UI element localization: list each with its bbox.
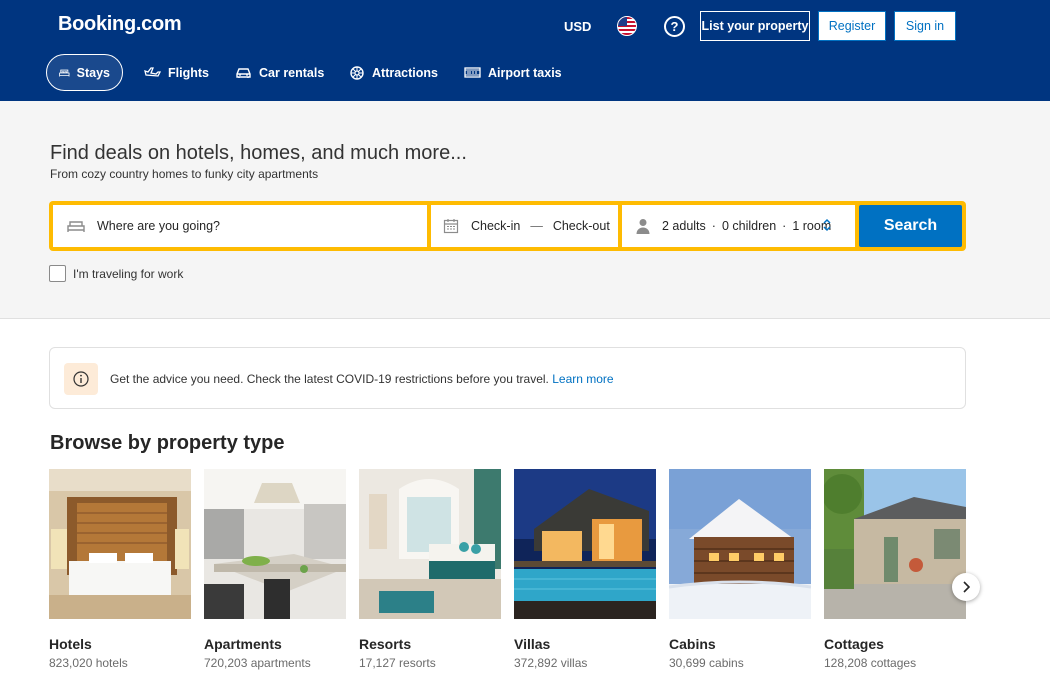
banner-text: Get the advice you need. Check the lates…: [110, 372, 549, 386]
property-card-hotels[interactable]: Hotels 823,020 hotels: [49, 469, 191, 670]
tab-flights-label: Flights: [168, 65, 209, 80]
car-icon: [236, 68, 251, 78]
chevron-updown-icon: [823, 218, 831, 232]
search-hero: Find deals on hotels, homes, and much mo…: [0, 101, 1050, 319]
property-name: Hotels: [49, 636, 92, 652]
work-travel-label: I'm traveling for work: [73, 266, 184, 281]
property-name: Villas: [514, 636, 551, 652]
tab-stays-label: Stays: [76, 65, 110, 80]
property-count: 128,208 cottages: [824, 656, 917, 670]
tab-car-rentals[interactable]: Car rentals: [235, 54, 324, 91]
property-count: 823,020 hotels: [49, 656, 128, 670]
bed-icon: [59, 69, 70, 77]
currency-selector[interactable]: USD: [564, 19, 591, 34]
property-card-cottages[interactable]: Cottages 128,208 cottages: [824, 469, 966, 670]
tab-attractions[interactable]: Attractions: [349, 54, 438, 91]
top-header: Booking.com USD ? List your property Reg…: [0, 0, 1050, 101]
date-separator: —: [530, 219, 543, 233]
info-icon: [64, 363, 98, 395]
property-name: Resorts: [359, 636, 412, 652]
resorts-image: [359, 469, 501, 619]
children-count: 0 children: [721, 219, 777, 233]
property-count: 17,127 resorts: [359, 656, 436, 670]
cottages-image: [824, 469, 966, 619]
covid-advice-banner: Get the advice you need. Check the lates…: [49, 347, 966, 409]
carousel-next-button[interactable]: [952, 573, 980, 601]
separator-dot: ·: [782, 219, 787, 233]
separator-dot: ·: [711, 219, 716, 233]
property-count: 30,699 cabins: [669, 656, 744, 670]
person-icon: [636, 219, 650, 234]
hotels-image: [49, 469, 191, 619]
booking-logo[interactable]: Booking.com: [58, 13, 182, 36]
chevron-right-icon: [963, 581, 970, 593]
guests-selector[interactable]: 2 adults · 0 children · 1 room: [622, 205, 855, 247]
property-name: Cottages: [824, 636, 884, 652]
check-out-label: Check-out: [552, 219, 610, 233]
work-travel-option[interactable]: I'm traveling for work: [49, 265, 183, 282]
tab-attractions-label: Attractions: [372, 65, 438, 80]
page-title: Find deals on hotels, homes, and much mo…: [50, 142, 467, 164]
bed-icon: [67, 220, 85, 232]
taxi-icon: [464, 67, 481, 78]
date-picker[interactable]: Check-in — Check-out: [431, 205, 618, 247]
destination-placeholder: Where are you going?: [97, 219, 220, 233]
tab-airport-taxis-label: Airport taxis: [488, 65, 562, 80]
plane-icon: [144, 66, 161, 77]
page-subtitle: From cozy country homes to funky city ap…: [50, 167, 319, 181]
property-name: Apartments: [204, 636, 282, 652]
tab-car-rentals-label: Car rentals: [259, 65, 325, 80]
adults-count: 2 adults: [662, 219, 706, 233]
learn-more-link[interactable]: Learn more: [552, 372, 613, 386]
destination-input[interactable]: Where are you going?: [53, 205, 427, 247]
search-bar: Where are you going? Check-in — Check-ou…: [49, 201, 966, 251]
property-name: Cabins: [669, 636, 716, 652]
apartments-image: [204, 469, 346, 619]
list-property-button[interactable]: List your property: [700, 11, 810, 41]
banner-message: Get the advice you need. Check the lates…: [110, 372, 614, 386]
us-flag-icon[interactable]: [617, 16, 637, 36]
help-icon[interactable]: ?: [664, 16, 685, 37]
tab-flights[interactable]: Flights: [144, 54, 209, 91]
property-card-apartments[interactable]: Apartments 720,203 apartments: [204, 469, 346, 670]
work-travel-checkbox[interactable]: [49, 265, 66, 282]
attractions-icon: [350, 65, 364, 80]
calendar-icon: [443, 219, 459, 234]
search-button[interactable]: Search: [859, 205, 962, 247]
property-count: 720,203 apartments: [204, 656, 311, 670]
villas-image: [514, 469, 656, 619]
property-card-cabins[interactable]: Cabins 30,699 cabins: [669, 469, 811, 670]
property-card-resorts[interactable]: Resorts 17,127 resorts: [359, 469, 501, 670]
cabins-image: [669, 469, 811, 619]
property-count: 372,892 villas: [514, 656, 588, 670]
tab-stays[interactable]: Stays: [46, 54, 123, 91]
tab-airport-taxis[interactable]: Airport taxis: [464, 54, 562, 91]
property-card-villas[interactable]: Villas 372,892 villas: [514, 469, 656, 670]
sign-in-button[interactable]: Sign in: [894, 11, 956, 41]
check-in-label: Check-in: [471, 219, 521, 233]
browse-section-title: Browse by property type: [50, 432, 285, 454]
register-button[interactable]: Register: [818, 11, 886, 41]
